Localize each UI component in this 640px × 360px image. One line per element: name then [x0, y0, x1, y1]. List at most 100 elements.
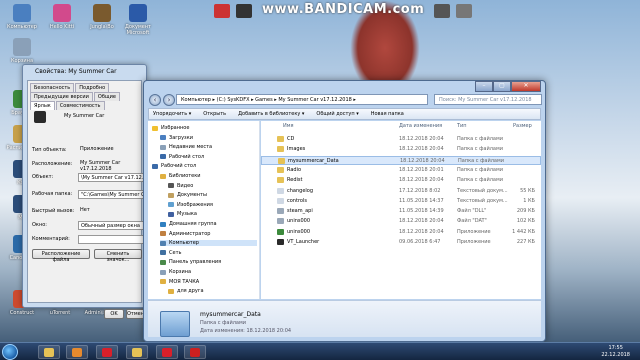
field-value[interactable]: \My Summer Car v17.12.2018	[78, 173, 144, 182]
file-row[interactable]: controls 11.05.2018 14:37 Текстовый докум.…	[261, 197, 541, 206]
tab-3[interactable]: Общие	[93, 92, 120, 101]
taskbar-opera2-button[interactable]	[156, 345, 178, 359]
column-name[interactable]: Имя	[283, 123, 294, 129]
minimize-button[interactable]: –	[475, 81, 493, 92]
search-input[interactable]: Поиск: My Summer Car v17.12.2018	[434, 94, 542, 105]
clock-time: 17:55	[608, 345, 623, 351]
tab-4[interactable]: Ярлык	[30, 101, 55, 110]
file-row[interactable]: unins000 18.12.2018 20:04 Приложение 1 442 …	[261, 228, 541, 237]
desktop-icon[interactable]: Компьютер	[2, 4, 42, 30]
taskbar-wmp-button[interactable]	[66, 345, 88, 359]
nav-item-label: Загрузки	[169, 134, 193, 141]
tab-1[interactable]: Подробно	[75, 83, 110, 92]
file-size: 227 КБ	[516, 239, 535, 245]
nav-item[interactable]: Видео	[168, 183, 257, 189]
file-row[interactable]: CD 18.12.2018 20:04 Папка с файлами	[261, 135, 541, 144]
file-size: 1 КБ	[523, 197, 535, 204]
properties-tabs: Безопасность Подробно Предыдущие версии Общ…	[28, 81, 141, 110]
nav-item[interactable]: МОЯ ТАЧКА	[160, 279, 257, 285]
nav-item[interactable]: Компьютер	[160, 240, 257, 247]
file-row[interactable]: VT_Launcher 09.06.2018 6:47 Приложение 227 …	[261, 238, 541, 247]
toolbar-item[interactable]: Добавить в библиотеку ▾	[238, 111, 304, 117]
column-type[interactable]: Тип	[457, 123, 467, 129]
forward-arrow-icon[interactable]: ›	[163, 94, 175, 106]
back-arrow-icon[interactable]: ‹	[149, 94, 161, 106]
file-row[interactable]: Radio 18.12.2018 20:01 Папка с файлами	[261, 166, 541, 175]
taskbar-explorer-icon	[44, 348, 54, 357]
field-value[interactable]: "C:\Games\My Summer Car v	[78, 190, 144, 199]
file-icon	[277, 208, 284, 215]
nav-item[interactable]: Загрузки	[160, 135, 257, 141]
nav-item[interactable]: Документы	[168, 192, 257, 198]
desktop-icon[interactable]: Документ Microsoft	[118, 4, 158, 36]
file-type: Папка с файлами	[457, 146, 503, 153]
column-size[interactable]: Размер	[513, 123, 532, 129]
nav-item[interactable]: Сеть	[160, 250, 257, 256]
file-name: CD	[287, 136, 295, 142]
taskbar-folder2-button[interactable]	[126, 345, 148, 359]
nav-item[interactable]: Избранное	[152, 125, 257, 131]
start-button[interactable]	[2, 344, 18, 360]
toolbar-item[interactable]: Общий доступ ▾	[316, 111, 358, 117]
file-icon	[277, 177, 284, 184]
app-icon-2[interactable]	[236, 4, 252, 18]
app-icon-3[interactable]	[434, 4, 450, 18]
tab-2[interactable]: Предыдущие версии	[30, 92, 93, 101]
change-icon-button[interactable]: Сменить значок...	[94, 249, 142, 263]
file-row[interactable]: Images 18.12.2018 20:04 Папка с файлами	[261, 145, 541, 154]
taskbar-opera-button[interactable]	[96, 345, 118, 359]
clock[interactable]: 17:55 22.12.2018	[601, 345, 630, 359]
desktop-app-icon	[129, 4, 147, 22]
file-row[interactable]: changelog 17.12.2018 8:02 Текстовый докум.…	[261, 187, 541, 196]
desktop-icon-label: Jungla\Bo	[90, 24, 114, 30]
nav-item[interactable]: Музыка	[168, 211, 257, 217]
properties-title: Свойства: My Summer Car	[35, 68, 117, 75]
desktop-app-icon	[13, 4, 31, 22]
field-value[interactable]: Обычный размер окна	[78, 221, 144, 230]
details-type: Папка с файлами	[200, 320, 246, 326]
nav-item[interactable]: Администратор	[160, 231, 257, 237]
taskbar-bandicam-icon	[190, 348, 200, 357]
desktop-icon[interactable]: Jungla\Bo	[82, 4, 122, 30]
file-row[interactable]: mysummercar_Data 18.12.2018 20:04 Папка с …	[261, 155, 541, 165]
nav-item[interactable]: для друга	[168, 288, 257, 294]
column-date[interactable]: Дата изменения	[399, 123, 442, 129]
nav-item[interactable]: Панель управления	[160, 259, 257, 265]
taskbar-bandicam-button[interactable]	[184, 345, 206, 359]
file-row[interactable]: Redist 18.12.2018 20:04 Папка с файлами	[261, 176, 541, 185]
desktop-icon[interactable]: Hello Kitti	[42, 4, 82, 30]
nav-item-icon	[160, 144, 166, 150]
ok-button[interactable]: OK	[104, 309, 124, 319]
toolbar-item[interactable]: Упорядочить ▾	[153, 111, 191, 117]
nav-item[interactable]: Корзина	[160, 269, 257, 275]
nav-item-icon	[168, 288, 174, 294]
field-value[interactable]	[78, 235, 144, 244]
nav-item[interactable]: Изображения	[168, 202, 257, 208]
tab-0[interactable]: Безопасность	[30, 83, 75, 92]
app-icon-1[interactable]	[214, 4, 230, 18]
tab-5[interactable]: Совместимость	[55, 101, 105, 110]
nav-item[interactable]: Рабочий стол	[152, 163, 257, 169]
nav-item[interactable]: Домашняя группа	[160, 221, 257, 227]
toolbar-item[interactable]: Открыть	[203, 111, 226, 117]
desktop-icon[interactable]: Корзина	[2, 38, 42, 64]
file-size: 55 КБ	[520, 187, 535, 194]
nav-item-icon	[160, 279, 166, 285]
file-date: 18.12.2018 20:04	[399, 218, 444, 225]
file-row[interactable]: unins000 18.12.2018 20:04 Файл "DAT" 102 КБ	[261, 217, 541, 226]
address-bar[interactable]: Компьютер ▸ (C:) SysKDFX ▸ Games ▸ My Su…	[176, 94, 428, 105]
maximize-button[interactable]: ▢	[493, 81, 511, 92]
close-button[interactable]: ✕	[511, 81, 541, 92]
nav-item[interactable]: Недавние места	[160, 144, 257, 150]
nav-item[interactable]: Рабочий стол	[160, 154, 257, 160]
nav-item-icon	[160, 259, 166, 265]
nav-item-label: Сеть	[169, 249, 182, 256]
file-type: Файл "DLL"	[457, 208, 487, 215]
nav-item-label: Документы	[177, 192, 207, 199]
open-file-location-button[interactable]: Расположение файла	[32, 249, 90, 263]
nav-item[interactable]: Библиотеки	[160, 173, 257, 179]
file-row[interactable]: steam_api 11.05.2018 14:39 Файл "DLL" 209 К…	[261, 207, 541, 216]
app-icon-4[interactable]	[456, 4, 472, 18]
taskbar-explorer-button[interactable]	[38, 345, 60, 359]
toolbar-item[interactable]: Новая папка	[371, 111, 404, 117]
